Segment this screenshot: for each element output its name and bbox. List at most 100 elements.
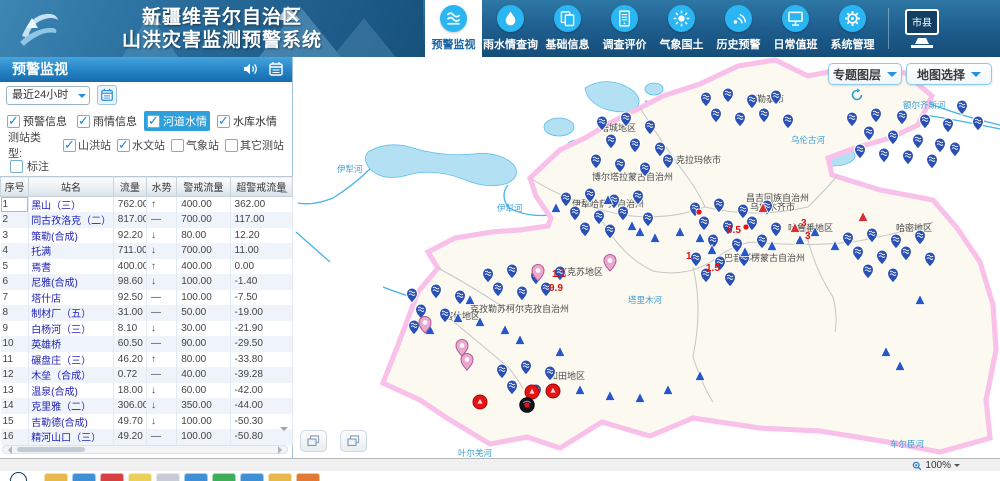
calendar-icon[interactable] bbox=[266, 59, 286, 79]
table-row[interactable]: 7塔什店92.50—100.00-7.50 bbox=[1, 290, 293, 306]
nav-item-clipboard[interactable]: 调查评价 bbox=[596, 0, 653, 57]
station-type-toggle[interactable]: 山洪站 bbox=[63, 137, 111, 153]
hydrologic-station-marker[interactable] bbox=[927, 154, 938, 169]
nav-item-gear[interactable]: 系统管理 bbox=[824, 0, 881, 57]
windows-taskbar[interactable] bbox=[0, 471, 1000, 481]
table-row[interactable]: 10英雄桥60.50—90.00-29.50 bbox=[1, 336, 293, 352]
severe-alert-marker[interactable] bbox=[520, 398, 534, 412]
filter-checkbox[interactable] bbox=[217, 115, 230, 128]
station-type-checkbox[interactable] bbox=[171, 139, 184, 152]
hydrologic-station-marker[interactable] bbox=[903, 150, 914, 165]
table-row[interactable]: 16精河山口（三）49.20—100.00-50.80 bbox=[1, 429, 293, 445]
table-row[interactable]: 5焉耆400.00↑400.000.00 bbox=[1, 259, 293, 275]
date-picker-button[interactable] bbox=[97, 85, 117, 105]
nav-item-documents[interactable]: 基础信息 bbox=[539, 0, 596, 57]
taskbar-app-button[interactable] bbox=[72, 473, 96, 481]
scroll-right-arrow[interactable] bbox=[278, 446, 286, 454]
cell-warn: 60.00 bbox=[177, 383, 230, 399]
station-type-toggle[interactable]: 气象站 bbox=[171, 137, 219, 153]
nav-item-sun[interactable]: 气象国土 bbox=[653, 0, 710, 57]
map-select-button[interactable]: 地图选择 bbox=[906, 63, 992, 85]
hydrologic-station-marker[interactable] bbox=[973, 116, 984, 131]
cell-no: 12 bbox=[1, 367, 29, 383]
filter-toggle[interactable]: 河道水情 bbox=[144, 111, 210, 131]
taskbar-clock-area[interactable] bbox=[938, 472, 996, 481]
start-button[interactable] bbox=[10, 472, 27, 481]
alert-dot-marker[interactable] bbox=[743, 224, 749, 230]
cascade-windows-button[interactable] bbox=[300, 430, 327, 452]
station-type-caption: 测站类型: bbox=[8, 129, 55, 161]
nav-item-monitor[interactable]: 日常值班 bbox=[767, 0, 824, 57]
alert-circle-marker[interactable] bbox=[473, 395, 487, 409]
time-range-select[interactable]: 最近24小时 bbox=[6, 86, 90, 105]
taskbar-app-button[interactable] bbox=[212, 473, 236, 481]
annotate-toggle[interactable]: 标注 bbox=[10, 158, 49, 174]
hydrologic-station-marker[interactable] bbox=[888, 130, 899, 145]
taskbar-app-button[interactable] bbox=[44, 473, 68, 481]
filter-toggle[interactable]: 雨情信息 bbox=[74, 111, 140, 131]
hydrologic-station-marker[interactable] bbox=[913, 134, 924, 149]
cell-no: 10 bbox=[1, 336, 29, 352]
station-type-toggle[interactable]: 水文站 bbox=[117, 137, 165, 153]
table-row[interactable]: 8制材厂（五）31.00—50.00-19.00 bbox=[1, 305, 293, 321]
hydrologic-station-marker[interactable] bbox=[879, 148, 890, 163]
annotate-checkbox[interactable] bbox=[10, 160, 23, 173]
taskbar-app-button[interactable] bbox=[296, 473, 320, 481]
taskbar-app-button[interactable] bbox=[240, 473, 264, 481]
taskbar-app-button[interactable] bbox=[268, 473, 292, 481]
nav-item-signal[interactable]: 历史预警 bbox=[710, 0, 767, 57]
city-county-button[interactable]: 市县 bbox=[896, 6, 948, 52]
table-row[interactable]: 6尼雅(合成)98.60↓100.00-1.40 bbox=[1, 274, 293, 290]
cascade-windows-button[interactable] bbox=[340, 430, 367, 452]
table-row[interactable]: 4托满711.00↓700.0011.00 bbox=[1, 243, 293, 259]
filter-checkbox[interactable] bbox=[7, 115, 20, 128]
filter-toggle[interactable]: 水库水情 bbox=[214, 111, 280, 131]
filter-checkbox[interactable] bbox=[147, 115, 160, 128]
alert-dot-marker[interactable] bbox=[696, 209, 702, 215]
hydrologic-station-marker[interactable] bbox=[855, 144, 866, 159]
nav-item-flood-monitor[interactable]: 预警监视 bbox=[425, 0, 482, 57]
table-row[interactable]: 11碾盘庄（三）46.20↑80.00-33.80 bbox=[1, 352, 293, 368]
scrollbar-thumb[interactable] bbox=[17, 447, 85, 452]
station-type-checkbox[interactable] bbox=[117, 139, 130, 152]
table-row[interactable]: 3策勒(合成)92.20↓80.0012.20 bbox=[1, 228, 293, 244]
scroll-left-arrow[interactable] bbox=[4, 446, 12, 454]
taskbar-app-button[interactable] bbox=[184, 473, 208, 481]
table-row[interactable]: 1黑山（三）762.00↑400.00362.00 bbox=[1, 197, 293, 213]
column-header[interactable]: 水势 bbox=[146, 177, 176, 197]
column-header[interactable]: 序号 bbox=[1, 177, 29, 197]
thematic-layers-button[interactable]: 专题图层 bbox=[828, 63, 902, 85]
map-area[interactable]: 额尔齐斯河乌伦古河伊犁河伊犁河塔里木河叶尔羌河车尔臣河 塔城地区阿勒泰市克拉玛依… bbox=[293, 57, 1000, 458]
filter-checkbox[interactable] bbox=[77, 115, 90, 128]
taskbar-app-button[interactable] bbox=[128, 473, 152, 481]
hydrologic-station-marker[interactable] bbox=[950, 142, 961, 157]
table-row[interactable]: 15吉勒德(合成)49.70↓100.00-50.30 bbox=[1, 414, 293, 430]
hydrologic-station-marker[interactable] bbox=[920, 114, 931, 129]
speaker-icon[interactable] bbox=[240, 59, 260, 79]
scroll-down-arrow[interactable] bbox=[280, 427, 288, 435]
refresh-icon[interactable] bbox=[850, 88, 864, 102]
alert-circle-marker[interactable] bbox=[525, 385, 539, 399]
table-row[interactable]: 14克里雅（二）306.00↓350.00-44.00 bbox=[1, 398, 293, 414]
filter-toggle[interactable]: 预警信息 bbox=[4, 111, 70, 131]
taskbar-app-button[interactable] bbox=[100, 473, 124, 481]
hydrologic-station-marker[interactable] bbox=[935, 138, 946, 153]
station-type-checkbox[interactable] bbox=[225, 139, 238, 152]
taskbar-app-button[interactable] bbox=[156, 473, 180, 481]
column-header[interactable]: 警戒流量 bbox=[177, 177, 230, 197]
hydrologic-station-marker[interactable] bbox=[957, 100, 968, 115]
table-row[interactable]: 13温泉(合成)18.00↓60.00-42.00 bbox=[1, 383, 293, 399]
horizontal-scrollbar[interactable] bbox=[2, 445, 288, 454]
station-type-checkbox[interactable] bbox=[63, 139, 76, 152]
table-row[interactable]: 2同古孜洛克（二）817.00—700.00117.00 bbox=[1, 212, 293, 228]
column-header[interactable]: 流量 bbox=[113, 177, 146, 197]
table-row[interactable]: 9白杨河（三）8.10↓30.00-21.90 bbox=[1, 321, 293, 337]
table-row[interactable]: 12木垒（合成）0.72—40.00-39.28 bbox=[1, 367, 293, 383]
column-header[interactable]: 站名 bbox=[29, 177, 114, 197]
nav-item-water-drop[interactable]: 雨水情查询 bbox=[482, 0, 539, 57]
cell-name: 制材厂（五） bbox=[29, 305, 114, 321]
hydrologic-station-marker[interactable] bbox=[943, 118, 954, 133]
alert-circle-marker[interactable] bbox=[546, 384, 560, 398]
station-type-toggle[interactable]: 其它测站 bbox=[225, 137, 284, 153]
scroll-up-arrow[interactable] bbox=[280, 185, 288, 193]
